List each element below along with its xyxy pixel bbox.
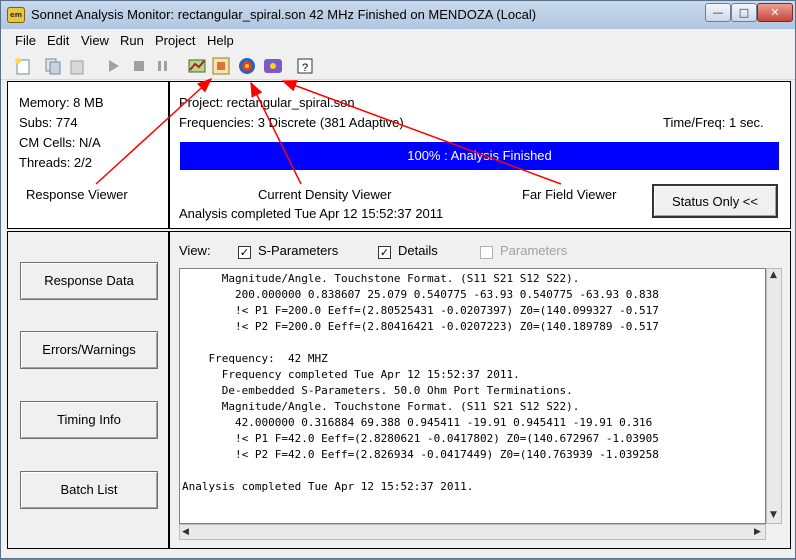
menu-view[interactable]: View — [81, 33, 109, 48]
toolbar: ? — [1, 52, 795, 80]
scroll-up-icon[interactable]: ▲ — [770, 270, 777, 280]
errors-warnings-button[interactable]: Errors/Warnings — [20, 331, 158, 369]
app-window: em Sonnet Analysis Monitor: rectangular_… — [0, 0, 796, 559]
response-data-button[interactable]: Response Data — [20, 262, 158, 300]
svg-text:?: ? — [302, 62, 308, 74]
log-line: !< P2 F=42.0 Eeff=(2.826934 -0.0417449) … — [182, 448, 659, 461]
far-field-viewer-icon[interactable] — [237, 56, 257, 76]
menu-file[interactable]: File — [15, 33, 36, 48]
title-bar: em Sonnet Analysis Monitor: rectangular_… — [1, 1, 795, 29]
s-parameters-label: S-Parameters — [258, 243, 339, 258]
status-only-button[interactable]: Status Only << — [652, 184, 778, 218]
log-line: !< P1 F=200.0 Eeff=(2.80525431 -0.020739… — [182, 304, 659, 317]
batch-list-button[interactable]: Batch List — [20, 471, 158, 509]
response-viewer-icon[interactable] — [187, 56, 207, 76]
close-button[interactable]: ✕ — [757, 3, 793, 22]
cm-cells-stat: CM Cells: N/A — [19, 135, 101, 150]
s-parameters-checkbox[interactable]: ✓ — [238, 246, 251, 259]
run-icon[interactable] — [103, 56, 123, 76]
details-checkbox[interactable]: ✓ — [378, 246, 391, 259]
log-line: Frequency: 42 MHZ — [182, 352, 328, 365]
scroll-down-icon[interactable]: ▼ — [770, 510, 777, 520]
log-line: Magnitude/Angle. Touchstone Format. (S11… — [182, 272, 580, 285]
menu-project[interactable]: Project — [155, 33, 195, 48]
log-line: !< P2 F=200.0 Eeff=(2.80416421 -0.020722… — [182, 320, 659, 333]
scroll-right-icon[interactable]: ▶ — [754, 527, 761, 537]
antenna-icon[interactable] — [263, 56, 283, 76]
side-button-panel: Response Data Errors/Warnings Timing Inf… — [7, 231, 169, 549]
maximize-button[interactable]: □ — [731, 3, 757, 22]
completion-message: Analysis completed Tue Apr 12 15:52:37 2… — [179, 206, 444, 221]
project-name: Project: rectangular_spiral.son — [179, 95, 355, 110]
view-label: View: — [179, 243, 211, 258]
progress-bar: 100% : Analysis Finished — [180, 142, 779, 170]
horizontal-scrollbar[interactable]: ◀ ▶ — [179, 524, 766, 540]
parameters-checkbox[interactable] — [480, 246, 493, 259]
stats-panel: Memory: 8 MB Subs: 774 CM Cells: N/A Thr… — [7, 81, 169, 229]
stop-icon[interactable] — [129, 56, 149, 76]
current-density-viewer-callout: Current Density Viewer — [254, 186, 396, 203]
parameters-label: Parameters — [500, 243, 568, 258]
timing-info-button[interactable]: Timing Info — [20, 401, 158, 439]
menu-bar: File Edit View Run Project Help — [1, 31, 795, 51]
log-line: !< P1 F=42.0 Eeff=(2.8280621 -0.0417802)… — [182, 432, 659, 445]
log-line: Analysis completed Tue Apr 12 15:52:37 2… — [182, 480, 474, 493]
details-label: Details — [398, 243, 438, 258]
subs-stat: Subs: 774 — [19, 115, 78, 130]
sonnet-app-icon: em — [7, 7, 25, 23]
current-density-viewer-icon[interactable] — [211, 56, 231, 76]
time-per-freq: Time/Freq: 1 sec. — [663, 115, 764, 130]
copy-icon[interactable] — [43, 56, 63, 76]
threads-stat: Threads: 2/2 — [19, 155, 92, 170]
frequencies-info: Frequencies: 3 Discrete (381 Adaptive) — [179, 115, 404, 130]
minimize-button[interactable]: — — [705, 3, 731, 22]
scroll-left-icon[interactable]: ◀ — [182, 527, 189, 537]
menu-help[interactable]: Help — [207, 33, 234, 48]
vertical-scrollbar[interactable]: ▲ ▼ — [766, 268, 782, 524]
analysis-log[interactable]: Magnitude/Angle. Touchstone Format. (S11… — [179, 268, 766, 524]
paste-icon[interactable] — [67, 56, 87, 76]
far-field-viewer-callout: Far Field Viewer — [518, 186, 621, 203]
menu-edit[interactable]: Edit — [47, 33, 69, 48]
new-file-icon[interactable] — [13, 56, 33, 76]
log-line: Magnitude/Angle. Touchstone Format. (S11… — [182, 400, 580, 413]
menu-run[interactable]: Run — [120, 33, 144, 48]
log-line: 42.000000 0.316884 69.388 0.945411 -19.9… — [182, 416, 653, 429]
project-panel: Project: rectangular_spiral.son Frequenc… — [169, 81, 791, 229]
log-line: De-embedded S-Parameters. 50.0 Ohm Port … — [182, 384, 573, 397]
log-panel: View: ✓ S-Parameters ✓ Details Parameter… — [169, 231, 791, 549]
window-title: Sonnet Analysis Monitor: rectangular_spi… — [31, 7, 537, 22]
log-line: Frequency completed Tue Apr 12 15:52:37 … — [182, 368, 520, 381]
response-viewer-callout: Response Viewer — [22, 186, 132, 203]
log-line: 200.000000 0.838607 25.079 0.540775 -63.… — [182, 288, 659, 301]
pause-icon[interactable] — [153, 56, 173, 76]
help-icon[interactable]: ? — [295, 56, 315, 76]
memory-stat: Memory: 8 MB — [19, 95, 104, 110]
